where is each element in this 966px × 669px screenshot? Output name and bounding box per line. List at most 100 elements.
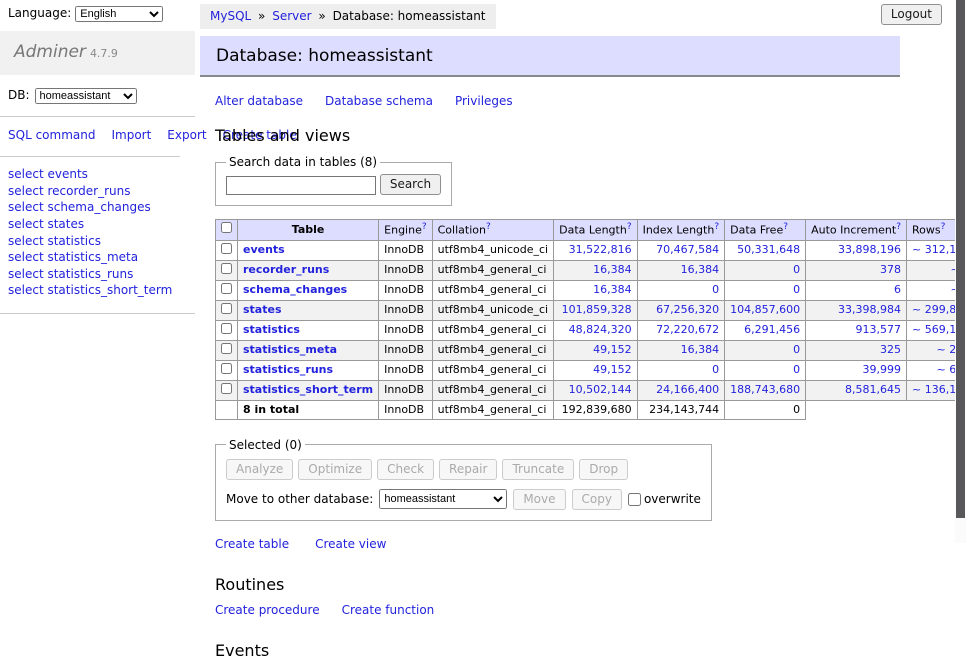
data-length-link[interactable]: 16,384: [559, 283, 631, 296]
auto-increment-link[interactable]: 378: [811, 263, 901, 276]
data-free-link[interactable]: 0: [730, 263, 800, 276]
help-icon[interactable]: ?: [714, 222, 719, 232]
data-length-link[interactable]: 31,522,816: [559, 243, 631, 256]
row-checkbox[interactable]: [221, 363, 232, 374]
sidebar-select-link[interactable]: select statistics_meta: [8, 250, 187, 266]
auto-increment-link[interactable]: 325: [811, 343, 901, 356]
index-length-link[interactable]: 70,467,584: [643, 243, 720, 256]
data-free-link[interactable]: 0: [730, 363, 800, 376]
create-table-link[interactable]: Create table: [215, 537, 289, 551]
help-icon[interactable]: ?: [941, 222, 946, 232]
search-input[interactable]: [226, 176, 376, 195]
index-length-link[interactable]: 72,220,672: [643, 323, 720, 336]
privileges-link[interactable]: Privileges: [455, 94, 513, 108]
table-name-link[interactable]: events: [243, 243, 285, 256]
index-length-link[interactable]: 16,384: [643, 263, 720, 276]
table-name-cell: statistics_meta: [238, 340, 379, 360]
select-all-checkbox[interactable]: [221, 222, 232, 233]
data-length-link[interactable]: 16,384: [559, 263, 631, 276]
row-checkbox[interactable]: [221, 323, 232, 334]
move-button[interactable]: Move: [513, 489, 565, 510]
row-checkbox[interactable]: [221, 243, 232, 254]
sidebar-link-sql-command[interactable]: SQL command: [8, 128, 95, 142]
table-name-link[interactable]: recorder_runs: [243, 263, 329, 276]
optimize-button[interactable]: Optimize: [298, 459, 372, 480]
sidebar-link-import[interactable]: Import: [111, 128, 151, 142]
index-length-link[interactable]: 0: [643, 283, 720, 296]
row-checkbox[interactable]: [221, 303, 232, 314]
help-icon[interactable]: ?: [783, 222, 788, 232]
data-length-cell: 16,384: [554, 280, 637, 300]
data-free-link[interactable]: 0: [730, 343, 800, 356]
overwrite-checkbox[interactable]: [628, 493, 641, 506]
data-free-link[interactable]: 50,331,648: [730, 243, 800, 256]
data-length-link[interactable]: 48,824,320: [559, 323, 631, 336]
database-schema-link[interactable]: Database schema: [325, 94, 433, 108]
table-name-link[interactable]: states: [243, 303, 282, 316]
table-name-link[interactable]: statistics: [243, 323, 300, 336]
index-length-link[interactable]: 67,256,320: [643, 303, 720, 316]
totals-label: 8 in total: [238, 400, 379, 419]
data-length-link[interactable]: 10,502,144: [559, 383, 631, 396]
index-length-link[interactable]: 0: [643, 363, 720, 376]
data-free-link[interactable]: 6,291,456: [730, 323, 800, 336]
table-name-cell: recorder_runs: [238, 260, 379, 280]
breadcrumb-mysql-link[interactable]: MySQL: [210, 9, 251, 23]
data-length-link[interactable]: 101,859,328: [559, 303, 631, 316]
data-length-link[interactable]: 49,152: [559, 363, 631, 376]
index-length-link[interactable]: 24,166,400: [643, 383, 720, 396]
create-procedure-link[interactable]: Create procedure: [215, 603, 320, 617]
sidebar-select-link[interactable]: select statistics_short_term: [8, 283, 187, 299]
sidebar-select-link[interactable]: select schema_changes: [8, 200, 187, 216]
sidebar-select-link[interactable]: select recorder_runs: [8, 184, 187, 200]
table-name-link[interactable]: statistics_runs: [243, 363, 333, 376]
language-select[interactable]: English: [75, 6, 163, 22]
sidebar-select-link[interactable]: select events: [8, 167, 187, 183]
copy-button[interactable]: Copy: [572, 489, 622, 510]
help-icon[interactable]: ?: [422, 222, 427, 232]
data-length-link[interactable]: 49,152: [559, 343, 631, 356]
repair-button[interactable]: Repair: [439, 459, 497, 480]
auto-increment-link[interactable]: 6: [811, 283, 901, 296]
table-name-link[interactable]: schema_changes: [243, 283, 347, 296]
index-length-link[interactable]: 16,384: [643, 343, 720, 356]
data-free-link[interactable]: 104,857,600: [730, 303, 800, 316]
engine-cell: InnoDB: [379, 300, 432, 320]
create-function-link[interactable]: Create function: [342, 603, 435, 617]
row-checkbox[interactable]: [221, 263, 232, 274]
drop-button[interactable]: Drop: [579, 459, 628, 480]
truncate-button[interactable]: Truncate: [502, 459, 574, 480]
row-checkbox[interactable]: [221, 283, 232, 294]
db-select[interactable]: homeassistant: [35, 88, 137, 104]
collation-cell: utf8mb4_general_ci: [432, 340, 553, 360]
search-button[interactable]: Search: [380, 174, 441, 195]
help-icon[interactable]: ?: [896, 222, 901, 232]
sidebar-select-link[interactable]: select states: [8, 217, 187, 233]
row-checkbox[interactable]: [221, 383, 232, 394]
scrollbar-thumb[interactable]: [956, 0, 965, 518]
page-scrollbar[interactable]: [955, 0, 966, 543]
row-checkbox[interactable]: [221, 343, 232, 354]
create-view-link[interactable]: Create view: [315, 537, 386, 551]
breadcrumb-server-link[interactable]: Server: [272, 9, 311, 23]
auto-increment-link[interactable]: 33,398,984: [811, 303, 901, 316]
app-logo: Adminer4.7.9: [0, 31, 195, 75]
auto-increment-link[interactable]: 33,898,196: [811, 243, 901, 256]
db-selector-row: DB:homeassistant: [0, 75, 195, 117]
table-name-link[interactable]: statistics_meta: [243, 343, 337, 356]
move-db-select[interactable]: homeassistant: [379, 489, 507, 509]
data-free-link[interactable]: 0: [730, 283, 800, 296]
auto-increment-link[interactable]: 8,581,645: [811, 383, 901, 396]
analyze-button[interactable]: Analyze: [226, 459, 293, 480]
auto-increment-link[interactable]: 913,577: [811, 323, 901, 336]
check-button[interactable]: Check: [377, 459, 434, 480]
alter-database-link[interactable]: Alter database: [215, 94, 303, 108]
auto-increment-link[interactable]: 39,999: [811, 363, 901, 376]
sidebar-select-link[interactable]: select statistics_runs: [8, 267, 187, 283]
table-name-link[interactable]: statistics_short_term: [243, 383, 373, 396]
sidebar-select-link[interactable]: select statistics: [8, 234, 187, 250]
help-icon[interactable]: ?: [627, 222, 632, 232]
auto-increment-cell: 913,577: [806, 320, 907, 340]
help-icon[interactable]: ?: [486, 222, 491, 232]
data-free-link[interactable]: 188,743,680: [730, 383, 800, 396]
